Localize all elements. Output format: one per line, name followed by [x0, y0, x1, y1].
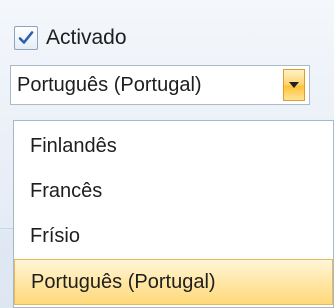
checkmark-icon: [18, 31, 34, 44]
activado-checkbox-row[interactable]: Activado: [14, 22, 127, 54]
language-combobox[interactable]: Português (Portugal): [10, 65, 310, 105]
dropdown-button[interactable]: [283, 69, 305, 101]
activado-checkbox[interactable]: [14, 26, 38, 50]
dropdown-option[interactable]: Francês: [14, 168, 333, 214]
dropdown-option-highlighted[interactable]: Português (Portugal): [14, 259, 333, 305]
chevron-down-icon: [289, 82, 299, 88]
language-dropdown-list: Finlandês Francês Frísio Português (Port…: [13, 120, 334, 308]
activado-label: Activado: [46, 26, 127, 49]
language-combobox-value: Português (Portugal): [17, 73, 202, 96]
dropdown-option[interactable]: Finlandês: [14, 123, 333, 169]
settings-panel: Activado Português (Portugal) Finlandês …: [0, 0, 334, 308]
dropdown-option[interactable]: Frísio: [14, 213, 333, 259]
